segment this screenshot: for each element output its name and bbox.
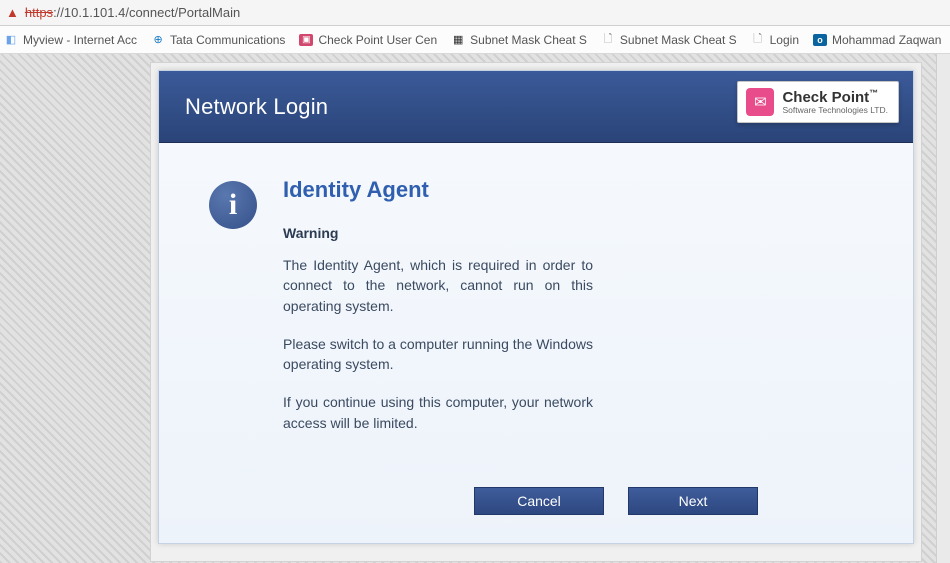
bookmarks-bar: ◧ Myview - Internet Acc ⊕ Tata Communica…: [0, 26, 950, 54]
not-secure-icon: ▲: [6, 5, 19, 20]
brand-box: ✉ Check Point™ Software Technologies LTD…: [737, 81, 899, 123]
bookmark-label: Subnet Mask Cheat S: [470, 33, 587, 47]
content-area: i Identity Agent Warning The Identity Ag…: [159, 143, 913, 481]
bookmark-tata[interactable]: ⊕ Tata Communications: [151, 33, 285, 47]
checkpoint-logo-icon: ✉: [746, 88, 774, 116]
url-rest: ://10.1.101.4/connect/PortalMain: [53, 5, 240, 20]
outlook-icon: o: [813, 34, 827, 46]
brand-name: Check Point: [782, 89, 869, 106]
bookmark-checkpoint[interactable]: ▣ Check Point User Cen: [299, 33, 437, 47]
bookmark-login[interactable]: 🗋 Login: [751, 33, 799, 47]
url-scheme: https: [25, 5, 53, 20]
next-button[interactable]: Next: [628, 487, 758, 515]
login-card: Network Login ✉ Check Point™ Software Te…: [158, 70, 914, 544]
bookmark-myview[interactable]: ◧ Myview - Internet Acc: [4, 33, 137, 47]
bookmark-label: Tata Communications: [170, 33, 285, 47]
message-paragraph: If you continue using this computer, you…: [283, 392, 593, 433]
bookmark-label: Login: [770, 33, 799, 47]
scrollbar[interactable]: [936, 54, 950, 563]
message-title: Identity Agent: [283, 177, 593, 203]
banner: Network Login ✉ Check Point™ Software Te…: [159, 71, 913, 143]
cancel-button[interactable]: Cancel: [474, 487, 604, 515]
bookmark-label: Subnet Mask Cheat S: [620, 33, 737, 47]
bookmark-label: Check Point User Cen: [318, 33, 437, 47]
message-paragraph: The Identity Agent, which is required in…: [283, 255, 593, 316]
brand-tm: ™: [869, 88, 878, 98]
page-content: Network Login ✉ Check Point™ Software Te…: [0, 54, 950, 563]
message-paragraph: Please switch to a computer running the …: [283, 334, 593, 375]
page-icon: 🗋: [601, 33, 615, 47]
bookmark-icon: ◧: [4, 33, 18, 47]
bookmark-mohammad[interactable]: o Mohammad Zaqwan: [813, 33, 941, 47]
address-bar[interactable]: ▲ https ://10.1.101.4/connect/PortalMain: [0, 0, 950, 26]
brand-text: Check Point™ Software Technologies LTD.: [782, 89, 888, 115]
globe-icon: ⊕: [151, 33, 165, 47]
bookmark-label: Myview - Internet Acc: [23, 33, 137, 47]
grid-icon: ▦: [451, 33, 465, 47]
button-row: Cancel Next: [319, 481, 913, 543]
cp-icon: ▣: [299, 34, 313, 46]
page-title: Network Login: [185, 94, 328, 120]
page-icon: 🗋: [751, 33, 765, 47]
info-icon: i: [209, 181, 257, 229]
message-subtitle: Warning: [283, 225, 593, 241]
bookmark-label: Mohammad Zaqwan: [832, 33, 941, 47]
bookmark-subnet1[interactable]: ▦ Subnet Mask Cheat S: [451, 33, 587, 47]
brand-sub: Software Technologies LTD.: [782, 106, 888, 115]
bookmark-subnet2[interactable]: 🗋 Subnet Mask Cheat S: [601, 33, 737, 47]
message-column: Identity Agent Warning The Identity Agen…: [283, 177, 593, 451]
